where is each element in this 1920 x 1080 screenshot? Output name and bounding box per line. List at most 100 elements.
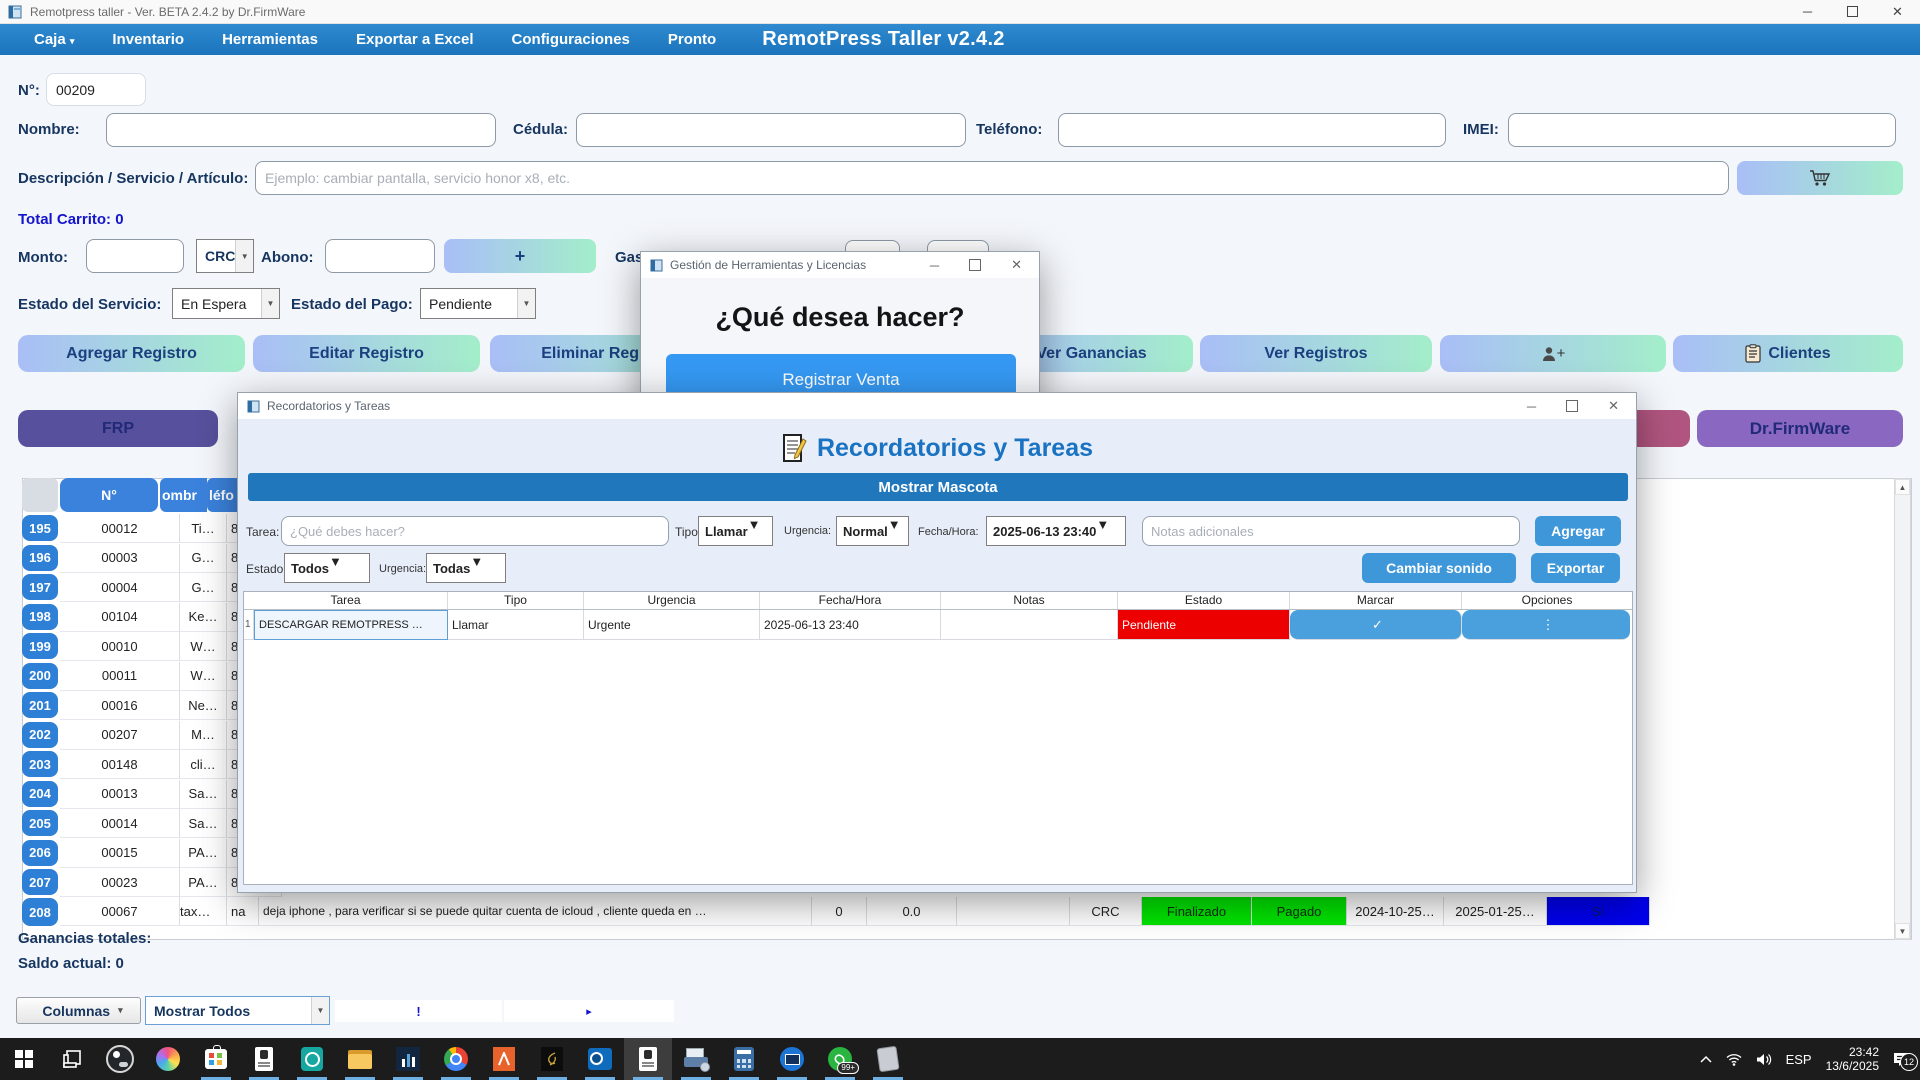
col-urgencia[interactable]: Urgencia <box>584 592 760 609</box>
row-badge[interactable]: 208 <box>22 898 58 926</box>
taskbar-remotpress-icon[interactable] <box>240 1038 288 1080</box>
ver-registros-button[interactable]: Ver Registros <box>1200 335 1432 372</box>
tarea-input[interactable] <box>281 516 669 546</box>
estado-filter-select[interactable]: Todos▼ <box>284 553 370 583</box>
cedula-field[interactable] <box>576 113 966 147</box>
editar-registro-button[interactable]: Editar Registro <box>253 335 480 372</box>
row-badge[interactable]: 203 <box>22 751 58 777</box>
taskbar-task-view-icon[interactable] <box>48 1038 96 1080</box>
tipo-select[interactable]: Llamar▼ <box>698 516 773 546</box>
table-row-208[interactable]: 208 00067 tax… na deja iphone , para ver… <box>22 897 1912 927</box>
row-badge[interactable]: 200 <box>22 663 58 689</box>
minimize-button[interactable]: ─ <box>1785 0 1830 24</box>
fecha-hora-field[interactable]: 2025-06-13 23:40▼ <box>986 516 1126 546</box>
maximize-button[interactable] <box>969 259 981 271</box>
row-badge[interactable]: 204 <box>22 781 58 807</box>
menu-exportar-excel[interactable]: Exportar a Excel <box>352 31 478 48</box>
volume-icon[interactable] <box>1756 1053 1772 1066</box>
taskbar-camera-app-icon[interactable] <box>288 1038 336 1080</box>
taskbar-remotpress-active-icon[interactable] <box>624 1038 672 1080</box>
col-opciones[interactable]: Opciones <box>1462 592 1632 609</box>
minimize-button[interactable]: ─ <box>1527 399 1536 414</box>
row-badge[interactable]: 195 <box>22 515 58 541</box>
col-tipo[interactable]: Tipo <box>448 592 584 609</box>
taskbar-dark-app-icon[interactable] <box>528 1038 576 1080</box>
cambiar-sonido-button[interactable]: Cambiar sonido <box>1362 553 1516 583</box>
monto-field[interactable] <box>86 239 184 273</box>
frp-button[interactable]: FRP <box>18 410 218 447</box>
drfirmware-button[interactable]: Dr.FirmWare <box>1697 410 1903 447</box>
menu-pronto[interactable]: Pronto <box>664 31 720 48</box>
mostrar-todos-select[interactable]: Mostrar Todos▼ <box>145 996 330 1025</box>
col-fecha[interactable]: Fecha/Hora <box>760 592 941 609</box>
currency-select[interactable]: CRC▼ <box>196 239 254 273</box>
row-badge[interactable]: 205 <box>22 810 58 836</box>
add-to-cart-button[interactable]: + <box>444 239 596 273</box>
taskbar-calculator-icon[interactable] <box>720 1038 768 1080</box>
minimize-button[interactable]: ─ <box>930 258 939 273</box>
maximize-button[interactable] <box>1566 400 1578 412</box>
taskbar-monitor-app-icon[interactable] <box>768 1038 816 1080</box>
footer-strip-2[interactable]: ▸ <box>504 1000 674 1022</box>
taskbar-fax-app-icon[interactable] <box>672 1038 720 1080</box>
wifi-icon[interactable] <box>1726 1053 1742 1066</box>
clientes-button[interactable]: Clientes <box>1673 335 1903 372</box>
columnas-button[interactable]: Columnas▾ <box>16 997 141 1024</box>
language-indicator[interactable]: ESP <box>1786 1052 1812 1067</box>
col-marcar[interactable]: Marcar <box>1290 592 1462 609</box>
scroll-up-button[interactable]: ▲ <box>1895 479 1910 495</box>
col-tarea[interactable]: Tarea <box>244 592 448 609</box>
descripcion-field[interactable] <box>255 161 1729 195</box>
table-scrollbar[interactable]: ▲ ▼ <box>1894 478 1911 940</box>
taskbar-whatsapp-icon[interactable]: 99+ <box>816 1038 864 1080</box>
menu-configuraciones[interactable]: Configuraciones <box>508 31 634 48</box>
abono-field[interactable] <box>325 239 435 273</box>
imei-field[interactable] <box>1508 113 1896 147</box>
row-badge[interactable]: 207 <box>22 869 58 895</box>
taskbar-obs-icon[interactable] <box>96 1038 144 1080</box>
row-badge[interactable]: 198 <box>22 604 58 630</box>
taskbar-outlook-icon[interactable] <box>576 1038 624 1080</box>
numero-column-header[interactable]: N° <box>60 478 158 512</box>
notification-center-icon[interactable]: 12 <box>1893 1051 1910 1067</box>
row-badge[interactable]: 201 <box>22 692 58 718</box>
estado-pago-select[interactable]: Pendiente▼ <box>420 288 536 319</box>
row-badge[interactable]: 199 <box>22 633 58 659</box>
task-marcar-button[interactable]: ✓ <box>1290 610 1462 640</box>
taskbar-orange-app-icon[interactable] <box>480 1038 528 1080</box>
row-badge[interactable]: 197 <box>22 574 58 600</box>
urgencia-select[interactable]: Normal▼ <box>836 516 909 546</box>
task-cell-tarea[interactable]: DESCARGAR REMOTPRESS … <box>254 610 448 640</box>
cart-button[interactable] <box>1737 161 1903 195</box>
close-button[interactable]: ✕ <box>1608 398 1619 414</box>
maximize-button[interactable] <box>1830 0 1875 24</box>
taskbar-clock[interactable]: 23:42 13/6/2025 <box>1826 1045 1879 1073</box>
row-badge[interactable]: 196 <box>22 545 58 571</box>
task-row[interactable]: 1 DESCARGAR REMOTPRESS … Llamar Urgente … <box>244 610 1632 640</box>
taskbar-file-explorer-icon[interactable] <box>336 1038 384 1080</box>
numero-field[interactable] <box>46 73 146 106</box>
taskbar-start-button[interactable] <box>0 1038 48 1080</box>
tray-chevron-up-icon[interactable] <box>1700 1055 1712 1063</box>
menu-herramientas[interactable]: Herramientas <box>218 31 322 48</box>
nombre-column-header[interactable]: ombr <box>160 478 207 512</box>
agregar-tarea-button[interactable]: Agregar <box>1535 516 1621 546</box>
row-badge[interactable]: 206 <box>22 840 58 866</box>
close-button[interactable]: ✕ <box>1875 0 1920 24</box>
exportar-button[interactable]: Exportar <box>1531 553 1620 583</box>
nombre-field[interactable] <box>106 113 496 147</box>
mostrar-mascota-button[interactable]: Mostrar Mascota <box>248 473 1628 501</box>
footer-strip-1[interactable]: ! <box>335 1000 502 1022</box>
col-estado[interactable]: Estado <box>1118 592 1290 609</box>
col-notas[interactable]: Notas <box>941 592 1118 609</box>
taskbar-copilot-icon[interactable] <box>144 1038 192 1080</box>
task-opciones-button[interactable]: ⋮ <box>1462 610 1630 640</box>
taskbar-chrome-icon[interactable] <box>432 1038 480 1080</box>
taskbar-store-icon[interactable] <box>192 1038 240 1080</box>
urgencia-filter-select[interactable]: Todas▼ <box>426 553 506 583</box>
telefono-field[interactable] <box>1058 113 1446 147</box>
row-badge[interactable]: 202 <box>22 722 58 748</box>
taskbar-notes-app-icon[interactable] <box>864 1038 912 1080</box>
scroll-down-button[interactable]: ▼ <box>1895 923 1910 939</box>
notas-input[interactable] <box>1142 516 1520 546</box>
